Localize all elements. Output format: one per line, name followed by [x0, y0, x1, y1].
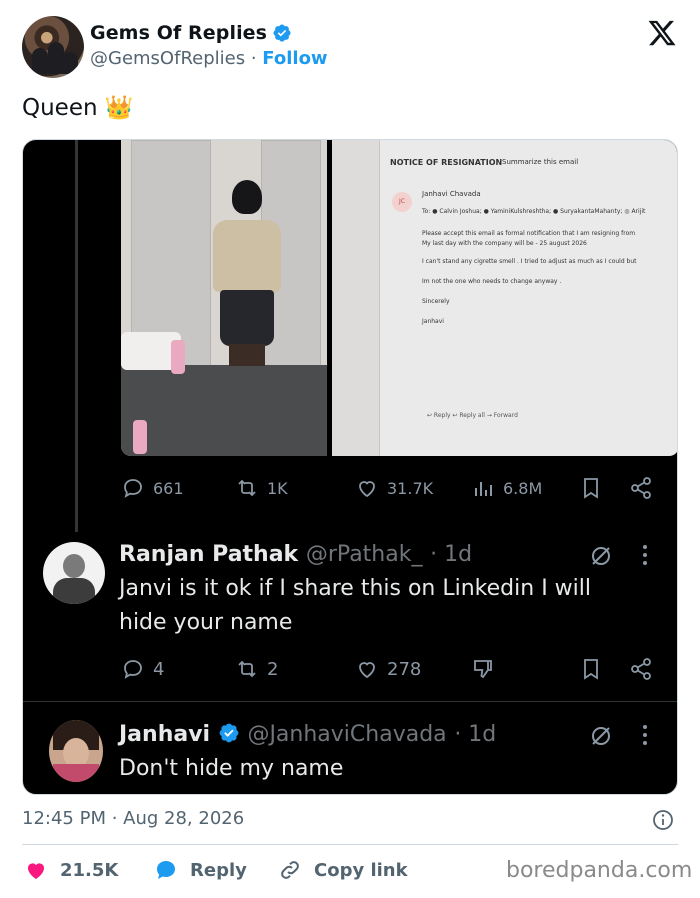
like-total: 21.5K: [60, 859, 119, 881]
grok-icon[interactable]: [589, 724, 613, 748]
reply-avatar-ranjan[interactable]: [43, 542, 105, 604]
link-icon: [281, 861, 299, 879]
separator: ·: [250, 48, 257, 69]
email-body-line: Please accept this email as formal notif…: [422, 230, 636, 237]
reply-button[interactable]: Reply: [154, 858, 247, 882]
email-body-line: My last day with the company will be - 2…: [422, 240, 587, 247]
reply-time[interactable]: · 1d: [430, 542, 472, 567]
reply-label: Reply: [190, 859, 247, 881]
reply-header: Janhavi @JanhaviChavada · 1d: [119, 722, 496, 747]
reply-repost-count[interactable]: 2: [235, 657, 278, 681]
reply-reply-count[interactable]: 4: [121, 657, 164, 681]
tweet-timestamp[interactable]: 12:45 PM · Aug 28, 2026: [22, 808, 244, 829]
view-count[interactable]: 6.8M: [471, 476, 542, 500]
sender-avatar: JC: [392, 192, 412, 212]
repost-icon: [238, 660, 256, 678]
view-count-label: 6.8M: [503, 478, 543, 498]
share-icon[interactable]: [629, 657, 653, 681]
copy-link-button[interactable]: Copy link: [278, 858, 408, 882]
share-icon[interactable]: [629, 476, 653, 500]
heart-icon: [359, 481, 375, 498]
reply-like-count-label: 278: [387, 658, 422, 680]
reply-divider: [23, 701, 677, 702]
reply-count[interactable]: 661: [121, 476, 184, 500]
email-body-line: Janhavi: [422, 318, 444, 325]
repost-count[interactable]: 1K: [235, 476, 288, 500]
reply-author-handle[interactable]: @JanhaviChavada: [247, 722, 446, 747]
email-from: Janhavi Chavada: [422, 190, 481, 198]
thread-line: [75, 140, 78, 532]
email-body-line: Sincerely: [422, 298, 450, 305]
reply-reply-count-label: 4: [153, 658, 165, 680]
watermark: boredpanda.com: [506, 858, 693, 883]
author-handle[interactable]: @GemsOfReplies: [90, 48, 245, 69]
follow-button[interactable]: Follow: [262, 48, 327, 69]
email-to: To: ● Calvin Joshua; ● YaminiKulshreshth…: [422, 208, 646, 215]
reply-text: Don't hide my name: [119, 756, 344, 781]
more-options-icon[interactable]: [642, 544, 648, 566]
email-body-line: I can't stand any cigrette smell . I tri…: [422, 258, 637, 265]
reply-author-handle[interactable]: @rPathak_: [306, 542, 423, 567]
x-logo-icon[interactable]: [646, 18, 678, 48]
like-count[interactable]: 31.7K: [355, 476, 433, 500]
repost-icon: [238, 479, 256, 497]
like-button[interactable]: 21.5K: [24, 858, 118, 882]
copy-link-label: Copy link: [314, 859, 408, 881]
reply-repost-count-label: 2: [267, 658, 279, 680]
email-sidebar: [332, 140, 380, 456]
reply-count-label: 661: [153, 478, 184, 498]
summarize-button: Summarize this email: [502, 158, 579, 166]
reply-header: Ranjan Pathak @rPathak_ · 1d: [119, 542, 472, 567]
views-icon: [475, 482, 492, 496]
reply-like-count[interactable]: 278: [355, 657, 421, 681]
embedded-tweet-card[interactable]: NOTICE OF RESIGNATION Summarize this ema…: [22, 139, 678, 795]
email-screenshot-photo[interactable]: NOTICE OF RESIGNATION Summarize this ema…: [332, 140, 677, 456]
speech-bubble-icon: [157, 861, 175, 879]
info-icon[interactable]: [651, 808, 675, 832]
more-options-icon[interactable]: [642, 724, 648, 746]
crown-emoji: 👑: [104, 95, 134, 121]
reply-text: Janvi is it ok if I share this on Linked…: [119, 576, 592, 635]
footer-divider: [22, 844, 678, 845]
like-count-label: 31.7K: [387, 478, 434, 498]
author-name[interactable]: Gems Of Replies: [90, 22, 267, 44]
bookmark-icon[interactable]: [579, 657, 603, 681]
author-avatar[interactable]: [22, 16, 84, 78]
tweet-text-body: Queen: [22, 95, 98, 121]
email-subject: NOTICE OF RESIGNATION: [390, 158, 503, 167]
bookmark-icon[interactable]: [579, 476, 603, 500]
email-body-line: Im not the one who needs to change anywa…: [422, 278, 562, 285]
heart-icon: [359, 662, 375, 679]
reply-icon: [124, 479, 142, 498]
selfie-photo[interactable]: [121, 140, 327, 456]
reply-author-name[interactable]: Janhavi: [119, 722, 210, 747]
grok-icon[interactable]: [589, 544, 613, 568]
verified-badge-icon: [219, 723, 239, 743]
handle-line: @GemsOfReplies · Follow: [90, 48, 328, 69]
reply-icon: [124, 660, 142, 679]
reply-author-name[interactable]: Ranjan Pathak: [119, 542, 298, 567]
email-actions: ↩ Reply ↩ Reply all → Forward: [427, 412, 518, 419]
repost-count-label: 1K: [267, 478, 288, 498]
tweet-text: Queen 👑: [22, 94, 134, 121]
reply-avatar-janhavi[interactable]: [49, 720, 103, 782]
heart-filled-icon: [27, 863, 45, 879]
downvote-icon[interactable]: [471, 657, 495, 681]
verified-badge-icon: [273, 24, 291, 42]
reply-time[interactable]: · 1d: [454, 722, 496, 747]
